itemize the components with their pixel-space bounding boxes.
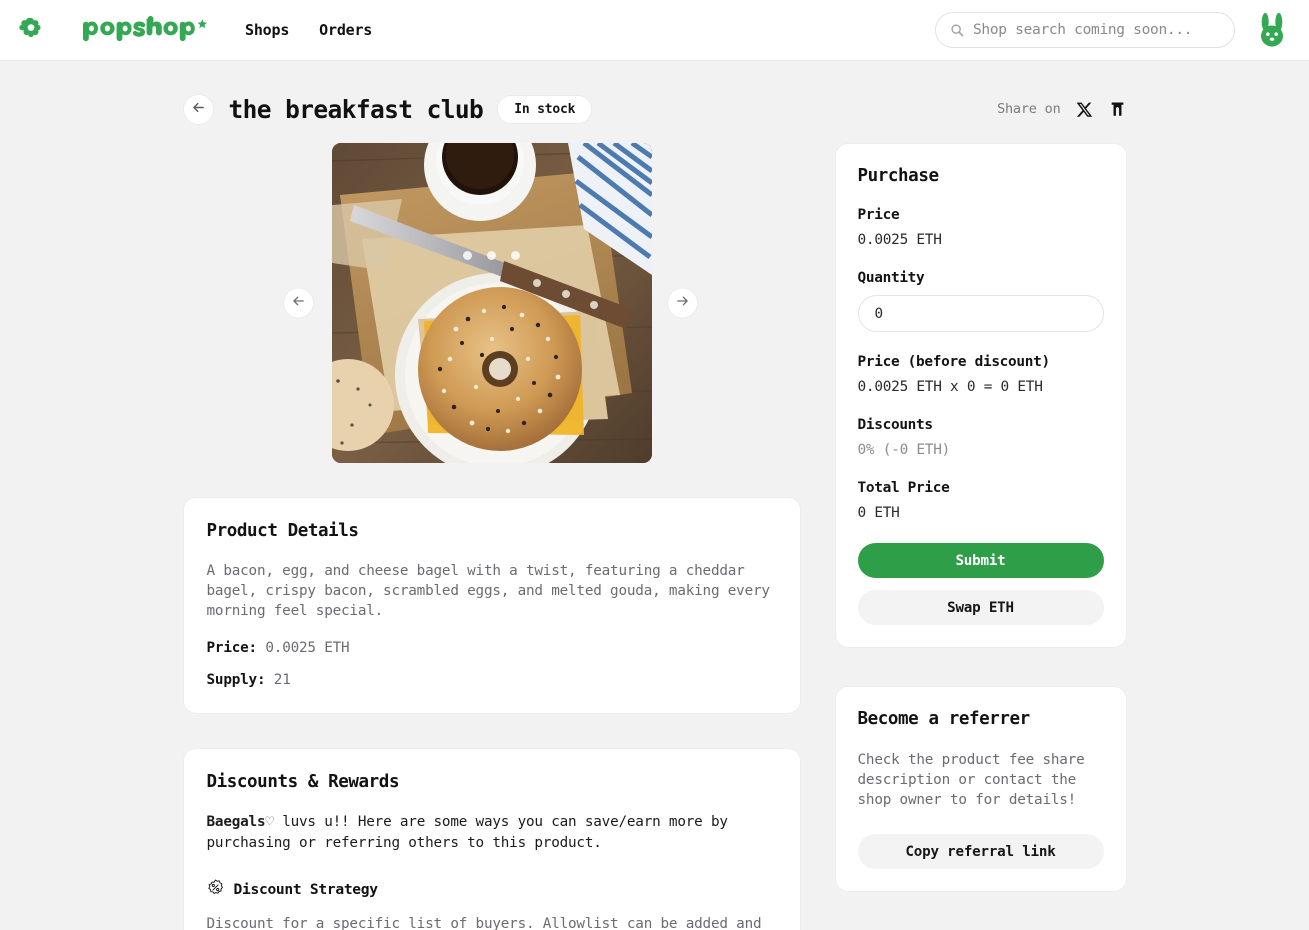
product-price-label: Price:: [206, 640, 258, 656]
settings-gear-button[interactable]: [18, 15, 44, 45]
product-header-row: the breakfast club In stock Share on: [182, 85, 1127, 133]
page-body: the breakfast club In stock Share on Pro…: [0, 61, 1309, 930]
share-group: Share on: [997, 100, 1126, 118]
share-label: Share on: [997, 101, 1061, 117]
product-supply-value: 21: [273, 672, 291, 688]
product-supply-label: Supply:: [206, 672, 266, 688]
product-supply-row: Supply: 21: [207, 670, 777, 690]
product-details-heading: Product Details: [206, 521, 359, 541]
arrow-right-icon: [675, 294, 690, 313]
carousel-next-button[interactable]: [666, 287, 698, 319]
x-twitter-icon[interactable]: [1076, 101, 1093, 118]
discounts-rewards-heading: Discounts & Rewards: [206, 772, 400, 792]
arrow-left-icon: [291, 294, 306, 313]
main-nav: Shops Orders: [245, 21, 372, 39]
discount-strategy-description: Discount for a specific list of buyers. …: [206, 916, 762, 930]
total-price-label: Total Price: [857, 480, 950, 496]
discounts-rewards-card: Discounts & Rewards Baegals♡ luvs u!! He…: [182, 748, 801, 930]
carousel-prev-button[interactable]: [282, 287, 314, 319]
before-discount-value: 0.0025 ETH x 0 = 0 ETH: [857, 379, 1043, 395]
flower-gear-icon: [18, 15, 44, 45]
before-discount-label: Price (before discount): [857, 354, 1051, 370]
referrer-heading: Become a referrer: [857, 709, 1031, 729]
content-wrapper: the breakfast club In stock Share on Pro…: [182, 61, 1127, 930]
total-price-value: 0 ETH: [857, 505, 900, 521]
brand-logo-popshop[interactable]: [77, 16, 209, 44]
search-icon: [950, 23, 964, 37]
bunny-avatar-button[interactable]: [1257, 12, 1287, 52]
two-column-layout: Product Details A bacon, egg, and cheese…: [182, 143, 1127, 930]
swap-eth-button[interactable]: Swap ETH: [857, 590, 1104, 625]
submit-button[interactable]: Submit: [857, 543, 1104, 578]
purchase-price-value: 0.0025 ETH: [857, 232, 942, 248]
status-badge: In stock: [497, 94, 593, 124]
product-details-card: Product Details A bacon, egg, and cheese…: [182, 497, 801, 714]
nav-item-orders[interactable]: Orders: [319, 21, 372, 39]
copy-referral-link-button[interactable]: Copy referral link: [857, 834, 1104, 869]
discounts-label: Discounts: [857, 417, 934, 433]
quantity-label: Quantity: [857, 270, 925, 286]
product-price-value: 0.0025 ETH: [265, 640, 350, 656]
referrer-panel: Become a referrer Check the product fee …: [834, 686, 1127, 892]
rewards-brand-name: Baegals: [206, 814, 266, 830]
bunny-icon: [1257, 12, 1287, 52]
search-input[interactable]: [973, 22, 1220, 38]
search-box[interactable]: [935, 12, 1235, 48]
heart-icon: ♡: [265, 814, 274, 830]
quantity-input[interactable]: [857, 295, 1104, 332]
product-image[interactable]: [331, 143, 652, 463]
purchase-price-label: Price: [857, 207, 900, 223]
search-container: [935, 12, 1235, 48]
purchase-heading: Purchase: [857, 166, 939, 186]
page-title: the breakfast club: [228, 94, 484, 124]
rewards-lead-rest: luvs u!! Here are some ways you can save…: [206, 814, 728, 851]
product-image-carousel: [183, 143, 801, 463]
farcaster-icon[interactable]: [1108, 100, 1127, 118]
discounts-value: 0% (-0 ETH): [857, 442, 951, 458]
percent-badge-icon: [207, 879, 224, 900]
left-column: Product Details A bacon, egg, and cheese…: [182, 143, 801, 930]
nav-item-shops[interactable]: Shops: [245, 21, 289, 39]
top-navigation-bar: Shops Orders: [0, 0, 1309, 61]
right-column: Purchase Price 0.0025 ETH Quantity Price…: [834, 143, 1127, 892]
rewards-lead-text: Baegals♡ luvs u!! Here are some ways you…: [207, 812, 777, 853]
back-button[interactable]: [182, 93, 214, 125]
arrow-left-icon: [191, 100, 206, 119]
product-description: A bacon, egg, and cheese bagel with a tw…: [206, 563, 771, 619]
discount-strategy-label: Discount Strategy: [233, 881, 379, 898]
product-price-row: Price: 0.0025 ETH: [207, 638, 777, 658]
referrer-body-text: Check the product fee share description …: [857, 752, 1085, 808]
discount-strategy-row: Discount Strategy: [207, 879, 777, 900]
purchase-panel: Purchase Price 0.0025 ETH Quantity Price…: [834, 143, 1127, 648]
